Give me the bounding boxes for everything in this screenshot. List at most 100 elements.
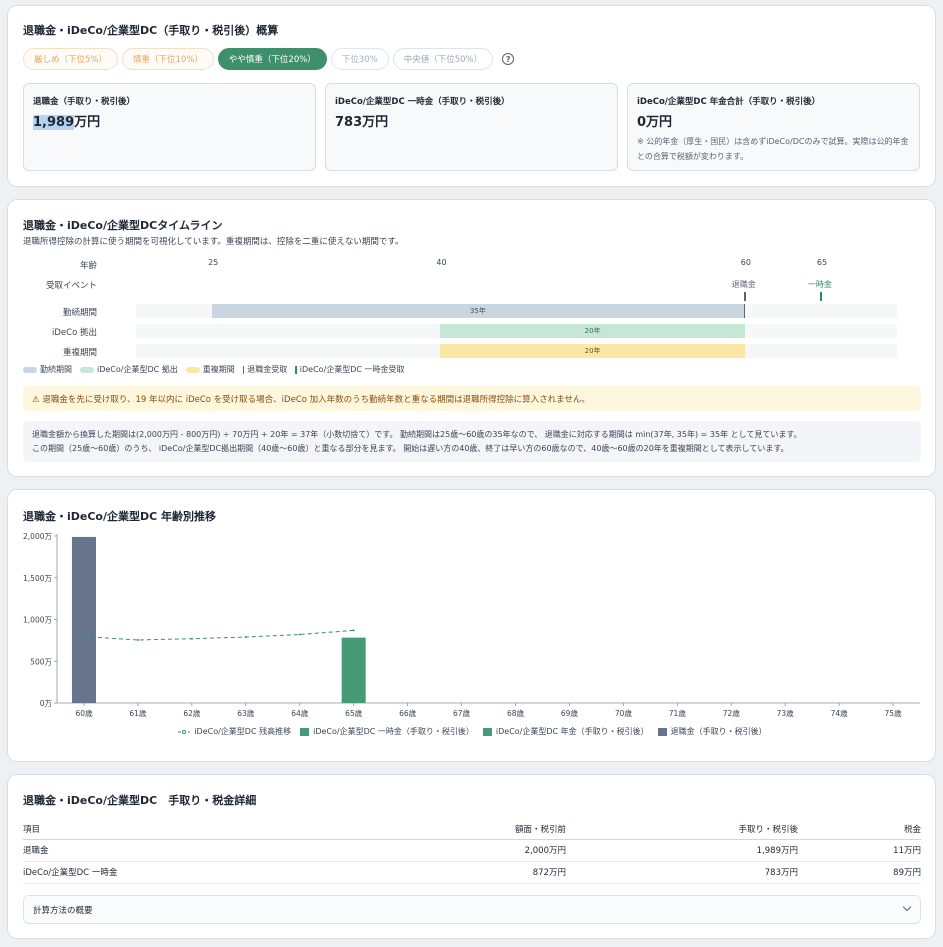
overlap-track: 20年 (136, 344, 897, 358)
timeline-title: 退職金・iDeCo/企業型DCタイムライン (23, 219, 223, 232)
scenario-pill-cautious[interactable]: 慎重（下位10%） (122, 48, 214, 70)
explain-line: この期間（25歳〜60歳）のうち、 iDeCo/企業型DC拠出期間（40歳〜60… (32, 444, 789, 453)
row-label-service: 勤続期間 (62, 308, 97, 318)
age-chart: 0万 500万 1,000万 1,500万 2,000万 60歳 61歳 62歳 63歳 64歳 6… (23, 532, 920, 718)
balance-line (83, 629, 354, 641)
stat-card-ideco-annuity: iDeCo/企業型DC 年金合計（手取り・税引後） 0万円 ※ 公的年金（厚生・… (627, 83, 920, 171)
explain-line: 退職金額から換算した期間は(2,000万円 - 800万円) ÷ 70万円 + … (32, 430, 802, 439)
cell-tax: 89万円 (798, 861, 921, 884)
scenario-pill-lower-30[interactable]: 下位30% (330, 48, 389, 70)
scenario-selector: 厳しめ（下位5%） 慎重（下位10%） やや慎重（下位20%） 下位30% 中央… (23, 48, 515, 70)
x-tick-label: 62歳 (183, 708, 201, 718)
event-label-retirement: 退職金 (731, 280, 756, 289)
summary-card: 退職金・iDeCo/企業型DC（手取り・税引後）概算 厳しめ（下位5%） 慎重（… (7, 5, 936, 187)
balance-point-5 (352, 629, 355, 632)
calculation-method-accordion[interactable]: 計算方法の概要 (23, 895, 921, 924)
legend-item-lump: iDeCo/企業型DC 一時金（手取り・税引後） (300, 726, 474, 737)
legend-swatch (80, 366, 94, 373)
balance-point-3 (244, 636, 247, 639)
stat-value: 783万円 (335, 115, 389, 130)
stat-card-retirement: 退職金（手取り・税引後） 1,989万円 (23, 83, 316, 171)
legend-label: 退職金受取 (247, 365, 288, 374)
chart-card: 退職金・iDeCo/企業型DC 年齢別推移 0万 500万 1,000万 1,500万… (7, 489, 936, 762)
legend-tick (242, 365, 245, 374)
question-circle-icon[interactable]: ? (502, 53, 515, 65)
x-tick-label: 71歳 (669, 708, 687, 718)
row-label-event: 受取イベント (45, 281, 97, 291)
bar-1-5 (341, 637, 366, 703)
x-tick-label: 61歳 (129, 708, 147, 718)
legend-label: 退職金（手取り・税引後） (670, 727, 767, 736)
scenario-pill-strict[interactable]: 厳しめ（下位5%） (23, 48, 118, 70)
x-tick-label: 65歳 (345, 708, 363, 718)
stat-label: iDeCo/企業型DC 一時金（手取り・税引後） (335, 97, 510, 107)
calculation-explanation: 退職金額から換算した期間は(2,000万円 - 800万円) ÷ 70万円 + … (23, 421, 921, 462)
service-track: 35年 (136, 304, 897, 318)
overlap-period-bar: 20年 (440, 344, 745, 358)
accordion-label: 計算方法の概要 (33, 905, 93, 916)
detail-card: 退職金・iDeCo/企業型DC 手取り・税金詳細 項目 額面・税引前 手取り・税… (7, 774, 936, 939)
x-tick-label: 68歳 (507, 708, 525, 718)
legend-tick (295, 365, 297, 374)
legend-item-balance: iDeCo/企業型DC 残高推移 (178, 726, 291, 737)
legend-item-lump-sum: iDeCo/企業型DC 一時金受取 (295, 364, 405, 375)
legend-item-ideco: iDeCo/企業型DC 拠出 (80, 364, 178, 375)
stat-card-ideco-lump: iDeCo/企業型DC 一時金（手取り・税引後） 783万円 (325, 83, 618, 171)
column-header-tax: 税金 (798, 819, 921, 840)
chevron-down-icon (902, 902, 912, 912)
x-tick-label: 75歳 (885, 708, 903, 718)
cell-gross: 2,000万円 (293, 839, 566, 862)
x-tick-label: 60歳 (75, 708, 93, 718)
x-tick-label: 70歳 (615, 708, 633, 718)
legend-label: iDeCo/企業型DC 一時金受取 (299, 365, 405, 374)
row-label-age: 年齢 (79, 261, 97, 271)
x-tick-label: 72歳 (723, 708, 741, 718)
scenario-pill-somewhat-cautious[interactable]: やや慎重（下位20%） (217, 48, 327, 70)
legend-label: 重複期間 (202, 365, 235, 374)
column-header-gross: 額面・税引前 (293, 819, 566, 840)
age-tick: 25 (208, 258, 219, 267)
x-tick-label: 69歳 (561, 708, 579, 718)
y-tick-label: 1,500万 (23, 574, 52, 583)
cell-tax: 11万円 (798, 839, 921, 862)
legend-swatch (185, 366, 200, 373)
timeline-card: 退職金・iDeCo/企業型DCタイムライン 退職所得控除の計算に使う期間を可視化… (7, 199, 936, 477)
event-marker-retirement (744, 292, 746, 301)
balance-point-0 (82, 635, 85, 638)
detail-title: 退職金・iDeCo/企業型DC 手取り・税金詳細 (23, 794, 257, 807)
ideco-contribution-bar: 20年 (440, 324, 745, 338)
legend-swatch (300, 727, 310, 736)
stat-note: ※ 公的年金（厚生・国民）は含めずiDeCo/DCのみで試算。実際は公的年金との… (637, 137, 909, 161)
stat-label: iDeCo/企業型DC 年金合計（手取り・税引後） (637, 97, 821, 107)
x-tick-label: 64歳 (291, 708, 309, 718)
legend-label: iDeCo/企業型DC 一時金（手取り・税引後） (313, 727, 474, 736)
service-period-bar: 35年 (212, 304, 745, 318)
chart-legend: iDeCo/企業型DC 残高推移 iDeCo/企業型DC 一時金（手取り・税引後… (8, 726, 937, 737)
summary-title: 退職金・iDeCo/企業型DC（手取り・税引後）概算 (23, 24, 279, 37)
age-tick: 65 (816, 258, 828, 267)
legend-swatch (23, 366, 37, 373)
stat-value: 1,989万円 (33, 111, 100, 130)
selected-text: 1,989 (33, 115, 75, 130)
scenario-pill-median[interactable]: 中央値（下位50%） (392, 48, 494, 70)
column-header-net: 手取り・税引後 (566, 819, 798, 840)
timeline-legend: 勤続期間 iDeCo/企業型DC 拠出 重複期間 退職金受取 iDeCo/企業型… (23, 364, 405, 375)
table-row: 退職金 2,000万円 1,989万円 11万円 (23, 839, 921, 862)
event-marker-lump-sum (820, 292, 822, 301)
dashed-line-icon (178, 729, 191, 734)
row-label-ideco: iDeCo 拠出 (52, 328, 97, 338)
cell-gross: 872万円 (293, 861, 566, 884)
legend-label: iDeCo/企業型DC 残高推移 (194, 727, 292, 736)
legend-label: iDeCo/企業型DC 拠出 (97, 365, 178, 374)
legend-item-service: 勤続期間 (23, 364, 72, 375)
legend-label: iDeCo/企業型DC 年金（手取り・税引後） (495, 727, 649, 736)
cell-net: 1,989万円 (566, 839, 798, 862)
warning-text: ⚠ 退職金を先に受け取り、19 年以内に iDeCo を受け取る場合、iDeCo… (32, 394, 590, 405)
cell-item: 退職金 (23, 839, 293, 862)
y-tick-label: 1,000万 (23, 616, 52, 625)
ideco-track: 20年 (136, 324, 897, 338)
table-header-row: 項目 額面・税引前 手取り・税引後 税金 (23, 819, 921, 840)
timeline-subtitle: 退職所得控除の計算に使う期間を可視化しています。重複期間は、控除を二重に使えない… (23, 237, 404, 247)
balance-point-1 (136, 638, 139, 641)
legend-item-retirement: 退職金受取 (242, 364, 288, 375)
